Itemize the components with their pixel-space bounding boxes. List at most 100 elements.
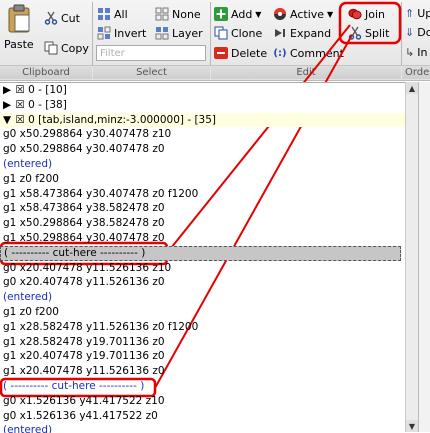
row-text: g0 x50.298864 y30.407478 z10 <box>3 128 172 141</box>
order-group: ⇑ Up ⇓ Do ↳ In Orde <box>402 0 430 80</box>
row-text: ( ---------- cut-here ---------- ) <box>4 246 146 259</box>
copy-icon <box>44 41 58 55</box>
row-text: g1 z0 f200 <box>3 305 59 318</box>
list-item[interactable]: g1 z0 f200 <box>0 172 405 187</box>
checkbox-icon[interactable]: ☒ <box>12 99 28 111</box>
tree-header-row[interactable]: ▶ ☒ 0 - [10] <box>0 83 405 98</box>
list-item[interactable]: ( ---------- cut-here ---------- ) <box>0 379 405 394</box>
tree-header-row[interactable]: ▶ ☒ 0 - [38] <box>0 97 405 113</box>
select-all-icon <box>97 7 111 21</box>
arrow-down-icon: ⇓ <box>405 26 415 39</box>
comment-button[interactable]: (:) Comment <box>273 46 343 60</box>
invert-selection-button[interactable]: Invert <box>97 26 146 40</box>
collapse-arrow-icon[interactable]: ▶ <box>3 98 12 113</box>
row-text: g0 x20.407478 y11.526136 z10 <box>3 261 172 274</box>
edit-group: Add ▼ Active ▼ Join Clone Expand Split D… <box>211 0 401 80</box>
scroll-down-arrow[interactable]: ▼ <box>406 420 418 432</box>
row-text: g1 z0 f200 <box>3 172 59 185</box>
add-button[interactable]: Add ▼ <box>214 7 261 21</box>
row-text: g0 x1.526136 y41.417522 z10 <box>3 394 165 407</box>
row-text: g1 x28.582478 y19.701136 z0 <box>3 335 165 348</box>
row-text: g1 x20.407478 y11.526136 z0 <box>3 365 165 378</box>
active-button[interactable]: Active ▼ <box>273 7 333 21</box>
list-item[interactable]: g0 x1.526136 y41.417522 z10 <box>0 394 405 409</box>
gcode-list[interactable]: ▶ ☒ 0 - [10] ▶ ☒ 0 - [38] ▼ ☒ 0 [tab,islan… <box>0 82 405 433</box>
list-item[interactable]: (entered) <box>0 157 405 172</box>
plus-icon <box>214 7 228 21</box>
list-item[interactable]: g1 z0 f200 <box>0 305 405 320</box>
chevron-down-icon: ▼ <box>255 9 262 19</box>
clipboard-group-label: Clipboard <box>0 65 92 79</box>
list-item[interactable]: g0 x50.298864 y30.407478 z0 <box>0 142 405 157</box>
select-group-label: Select <box>93 65 210 79</box>
split-button[interactable]: Split <box>348 26 389 40</box>
expand-button[interactable]: Expand <box>273 26 331 40</box>
checkbox-icon[interactable]: ☒ <box>12 84 28 96</box>
row-text: g0 x20.407478 y11.526136 z0 <box>3 276 165 289</box>
select-none-icon <box>155 7 169 21</box>
list-item[interactable]: g1 x58.473864 y38.582478 z0 <box>0 201 405 216</box>
vertical-scrollbar[interactable]: ▲ ▼ <box>405 82 418 432</box>
row-text: (entered) <box>3 157 53 170</box>
list-item[interactable]: g1 x28.582478 y11.526136 z0 f1200 <box>0 320 405 335</box>
select-all-button[interactable]: All <box>97 7 128 21</box>
list-item[interactable]: g1 x50.298864 y38.582478 z0 <box>0 216 405 231</box>
order-group-label: Orde <box>402 65 430 79</box>
row-text: g1 x28.582478 y11.526136 z0 f1200 <box>3 320 199 333</box>
row-text: 0 [tab,island,minz:-3.000000] - [35] <box>28 113 217 126</box>
join-button[interactable]: Join <box>348 7 385 21</box>
list-item[interactable]: g1 x20.407478 y11.526136 z0 <box>0 364 405 379</box>
list-item[interactable]: g0 x1.526136 y41.417522 z0 <box>0 409 405 424</box>
collapse-arrow-icon[interactable]: ▶ <box>3 83 12 98</box>
row-text: g1 x58.473864 y38.582478 z0 <box>3 202 165 215</box>
list-item[interactable]: g0 x50.298864 y30.407478 z10 <box>0 127 405 142</box>
paste-icon <box>6 4 32 37</box>
copy-button[interactable]: Copy <box>44 41 89 55</box>
side-panel-edge <box>418 82 430 432</box>
tree-header-row[interactable]: ▼ ☒ 0 [tab,island,minz:-3.000000] - [35] <box>0 112 405 128</box>
delete-button[interactable]: Delete <box>214 46 267 60</box>
row-text: g0 x1.526136 y41.417522 z0 <box>3 409 158 422</box>
list-item[interactable]: g1 x58.473864 y30.407478 z0 f1200 <box>0 187 405 202</box>
list-item[interactable]: g0 x20.407478 y11.526136 z0 <box>0 275 405 290</box>
clone-button[interactable]: Clone <box>214 26 262 40</box>
select-none-button[interactable]: None <box>155 7 201 21</box>
list-item[interactable]: g1 x28.582478 y19.701136 z0 <box>0 335 405 350</box>
active-icon <box>273 7 287 21</box>
cut-here-row-selected[interactable]: ( ---------- cut-here ---------- ) <box>0 245 401 261</box>
clipboard-group: Paste Cut Copy Clipboard <box>0 0 92 80</box>
scissors-icon <box>44 11 58 25</box>
list-item[interactable]: g0 x20.407478 y11.526136 z10 <box>0 261 405 276</box>
edit-group-label: Edit <box>211 65 401 79</box>
filter-input[interactable] <box>96 45 206 61</box>
scroll-up-arrow[interactable]: ▲ <box>406 82 418 94</box>
select-group: All None Invert Layer Select <box>93 0 210 80</box>
clone-icon <box>214 26 228 40</box>
row-text: 0 - [10] <box>28 84 67 96</box>
row-text: g1 x50.298864 y30.407478 z0 <box>3 231 165 244</box>
layer-icon <box>155 26 169 40</box>
checkbox-icon[interactable]: ☒ <box>12 114 28 126</box>
scissors-icon <box>348 26 362 40</box>
row-text: g1 x58.473864 y30.407478 z0 f1200 <box>3 187 199 200</box>
insert-button[interactable]: ↳ In <box>405 46 427 59</box>
select-layer-button[interactable]: Layer <box>155 26 203 40</box>
paste-button[interactable]: Paste <box>4 4 34 51</box>
list-item[interactable]: g1 x20.407478 y19.701136 z0 <box>0 349 405 364</box>
move-up-button[interactable]: ⇑ Up <box>405 7 430 20</box>
row-text: g0 x50.298864 y30.407478 z0 <box>3 143 165 156</box>
delete-icon <box>214 46 228 60</box>
expand-arrow-icon[interactable]: ▼ <box>3 113 12 128</box>
join-icon <box>348 7 362 21</box>
insert-icon: ↳ <box>405 46 415 59</box>
expand-icon <box>273 26 287 40</box>
chevron-down-icon: ▼ <box>327 9 334 19</box>
row-text: (entered) <box>3 291 53 304</box>
list-item[interactable]: (entered) <box>0 290 405 305</box>
row-text: g1 x20.407478 y19.701136 z0 <box>3 350 165 363</box>
list-item[interactable]: g1 x50.298864 y30.407478 z0 <box>0 231 405 246</box>
invert-icon <box>97 26 111 40</box>
ribbon-toolbar: Paste Cut Copy Clipboard All None Invert… <box>0 0 430 81</box>
cut-button[interactable]: Cut <box>44 11 80 25</box>
move-down-button[interactable]: ⇓ Do <box>405 26 430 39</box>
